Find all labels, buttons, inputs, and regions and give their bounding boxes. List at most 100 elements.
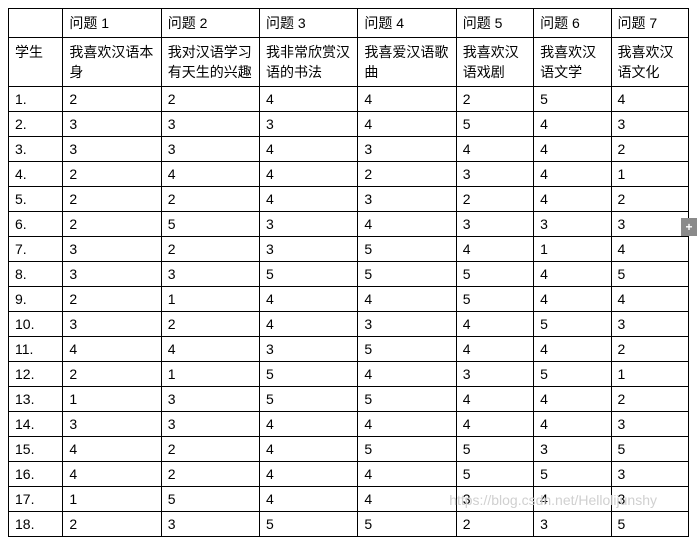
row-number: 12.	[9, 362, 63, 387]
cell-value: 4	[63, 437, 161, 462]
cell-value: 4	[260, 187, 358, 212]
cell-value: 2	[161, 437, 259, 462]
cell-value: 4	[456, 137, 533, 162]
cell-value: 5	[358, 387, 456, 412]
row-number: 10.	[9, 312, 63, 337]
cell-value: 4	[534, 112, 611, 137]
cell-value: 3	[161, 262, 259, 287]
row-number: 11.	[9, 337, 63, 362]
header-student-label: 学生	[9, 38, 63, 87]
cell-value: 1	[161, 362, 259, 387]
cell-value: 4	[260, 437, 358, 462]
header-question-2: 问题 2	[161, 9, 259, 38]
table-row: 8.3355545	[9, 262, 689, 287]
header-question-desc-4: 我喜爱汉语歌曲	[358, 38, 456, 87]
header-question-3: 问题 3	[260, 9, 358, 38]
row-number: 16.	[9, 462, 63, 487]
cell-value: 4	[534, 337, 611, 362]
cell-value: 4	[260, 462, 358, 487]
cell-value: 3	[63, 262, 161, 287]
cell-value: 4	[534, 412, 611, 437]
cell-value: 3	[358, 187, 456, 212]
cell-value: 4	[534, 387, 611, 412]
cell-value: 4	[260, 287, 358, 312]
cell-value: 3	[611, 312, 688, 337]
table-row: 13.1355442	[9, 387, 689, 412]
cell-value: 3	[611, 112, 688, 137]
cell-value: 2	[456, 512, 533, 537]
cell-value: 4	[358, 412, 456, 437]
cell-value: 4	[260, 137, 358, 162]
cell-value: 3	[358, 312, 456, 337]
table-row: 7.3235414	[9, 237, 689, 262]
cell-value: 4	[358, 362, 456, 387]
cell-value: 5	[456, 462, 533, 487]
cell-value: 2	[63, 187, 161, 212]
cell-value: 4	[611, 237, 688, 262]
cell-value: 1	[611, 362, 688, 387]
cell-value: 1	[161, 287, 259, 312]
cell-value: 3	[358, 137, 456, 162]
row-number: 15.	[9, 437, 63, 462]
table-row: 12.2154351	[9, 362, 689, 387]
cell-value: 4	[611, 87, 688, 112]
survey-table: 问题 1问题 2问题 3问题 4问题 5问题 6问题 7 学生我喜欢汉语本身我对…	[8, 8, 689, 537]
cell-value: 3	[611, 412, 688, 437]
cell-value: 5	[358, 512, 456, 537]
cell-value: 2	[611, 187, 688, 212]
cell-value: 4	[358, 462, 456, 487]
cell-value: 2	[161, 312, 259, 337]
header-question-desc-6: 我喜欢汉语文学	[534, 38, 611, 87]
table-row: 2.3334543	[9, 112, 689, 137]
row-number: 1.	[9, 87, 63, 112]
cell-value: 5	[358, 237, 456, 262]
row-number: 7.	[9, 237, 63, 262]
cell-value: 2	[456, 187, 533, 212]
cell-value: 5	[456, 437, 533, 462]
header-question-4: 问题 4	[358, 9, 456, 38]
cell-value: 4	[456, 337, 533, 362]
cell-value: 5	[260, 387, 358, 412]
header-question-desc-2: 我对汉语学习有天生的兴趣	[161, 38, 259, 87]
cell-value: 3	[534, 212, 611, 237]
cell-value: 5	[260, 512, 358, 537]
table-row: 6.2534333	[9, 212, 689, 237]
table-row: 14.3344443	[9, 412, 689, 437]
cell-value: 2	[161, 462, 259, 487]
cell-value: 4	[358, 287, 456, 312]
cell-value: 4	[534, 262, 611, 287]
cell-value: 4	[358, 87, 456, 112]
cell-value: 4	[358, 112, 456, 137]
cell-value: 4	[161, 162, 259, 187]
cell-value: 3	[456, 162, 533, 187]
cell-value: 3	[260, 212, 358, 237]
cell-value: 4	[260, 312, 358, 337]
row-number: 13.	[9, 387, 63, 412]
header-question-5: 问题 5	[456, 9, 533, 38]
cell-value: 3	[161, 512, 259, 537]
cell-value: 5	[534, 362, 611, 387]
cell-value: 3	[161, 112, 259, 137]
cell-value: 5	[358, 437, 456, 462]
cell-value: 2	[161, 237, 259, 262]
cell-value: 5	[456, 112, 533, 137]
cell-value: 3	[611, 212, 688, 237]
table-row: 1.2244254	[9, 87, 689, 112]
header-question-desc-3: 我非常欣赏汉语的书法	[260, 38, 358, 87]
cell-value: 4	[260, 487, 358, 512]
cell-value: 3	[260, 112, 358, 137]
cell-value: 2	[63, 87, 161, 112]
cell-value: 5	[358, 337, 456, 362]
cell-value: 2	[63, 162, 161, 187]
row-number: 17.	[9, 487, 63, 512]
cell-value: 2	[358, 162, 456, 187]
cell-value: 4	[534, 187, 611, 212]
cell-value: 3	[161, 137, 259, 162]
cell-value: 4	[534, 162, 611, 187]
cell-value: 3	[534, 512, 611, 537]
header-question-desc-5: 我喜欢汉语戏剧	[456, 38, 533, 87]
cell-value: 3	[260, 337, 358, 362]
cell-value: 1	[611, 162, 688, 187]
table-row: 17.1544343	[9, 487, 689, 512]
plus-badge-icon: +	[681, 218, 697, 236]
